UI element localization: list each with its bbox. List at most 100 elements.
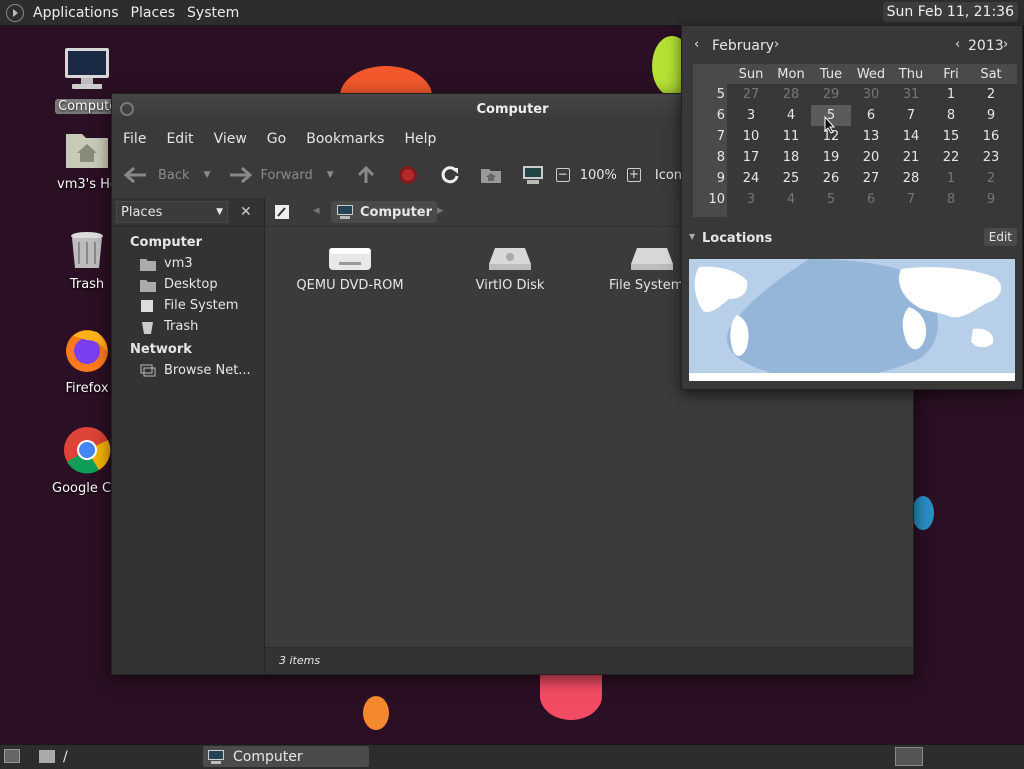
calendar-day[interactable]: 23 [971, 147, 1011, 168]
calendar-day[interactable]: 8 [931, 105, 971, 126]
weekday-header: Sun [738, 67, 764, 82]
path-button-computer[interactable]: Computer [331, 201, 438, 223]
expander-triangle-icon[interactable]: ▼ [689, 232, 695, 241]
computer-button[interactable] [522, 165, 544, 185]
calendar-day[interactable]: 10 [731, 126, 771, 147]
calendar-day[interactable]: 19 [811, 147, 851, 168]
reload-button[interactable] [440, 165, 460, 185]
calendar-day[interactable]: 9 [971, 189, 1011, 210]
calendar-day[interactable]: 1 [931, 84, 971, 105]
calendar-day[interactable]: 3 [731, 105, 771, 126]
locations-label: Locations [702, 231, 773, 246]
calendar-day[interactable]: 26 [811, 168, 851, 189]
computer-icon [208, 749, 224, 764]
week-number: 8 [716, 150, 725, 165]
sidebar-item-desktop[interactable]: Desktop [140, 277, 264, 292]
edit-location-button[interactable] [273, 203, 291, 221]
calendar-day[interactable]: 25 [771, 168, 811, 189]
system-menu[interactable]: System [187, 5, 239, 21]
calendar-day[interactable]: 30 [851, 84, 891, 105]
calendar-day[interactable]: 1 [931, 168, 971, 189]
sidebar-item-trash[interactable]: Trash [140, 319, 264, 334]
calendar-day[interactable]: 7 [891, 105, 931, 126]
places-menu[interactable]: Places [131, 5, 176, 21]
calendar-day[interactable]: 21 [891, 147, 931, 168]
show-desktop-icon[interactable] [4, 749, 20, 763]
taskbar-button-computer[interactable]: Computer [203, 746, 369, 767]
sidebar-item-browse-network[interactable]: Browse Net... [140, 363, 264, 378]
menu-go[interactable]: Go [267, 131, 286, 147]
prev-year-button[interactable]: ‹ [955, 37, 960, 52]
chevron-down-icon[interactable]: ▼ [327, 170, 334, 180]
world-map [689, 259, 1015, 381]
close-sidebar-button[interactable]: ✕ [240, 204, 252, 220]
places-select[interactable]: Places ▼ [116, 201, 228, 223]
zoom-out-button[interactable]: − [555, 168, 570, 182]
calendar-day[interactable]: 28 [771, 84, 811, 105]
menu-bookmarks[interactable]: Bookmarks [306, 131, 384, 147]
calendar-day[interactable]: 6 [851, 105, 891, 126]
calendar-day[interactable]: 9 [971, 105, 1011, 126]
menu-view[interactable]: View [214, 131, 247, 147]
back-button[interactable]: Back ▼ [124, 166, 210, 184]
menu-help[interactable]: Help [404, 131, 436, 147]
applications-menu[interactable]: Applications [33, 5, 119, 21]
calendar-day[interactable]: 2 [971, 84, 1011, 105]
home-button[interactable] [480, 166, 502, 184]
sidebar-item-file-system[interactable]: File System [140, 298, 264, 313]
clock[interactable]: Sun Feb 11, 21:36 [882, 2, 1018, 22]
menu-edit[interactable]: Edit [166, 131, 193, 147]
calendar-day[interactable]: 27 [731, 84, 771, 105]
sidebar-header: Places ▼ ✕ [112, 198, 264, 227]
calendar-day[interactable]: 5 [811, 189, 851, 210]
workspace-switcher-icon[interactable] [895, 747, 923, 766]
prev-month-button[interactable]: ‹ [694, 37, 699, 52]
path-right-arrow-icon[interactable]: ▸ [437, 203, 444, 218]
calendar-day[interactable]: 14 [891, 126, 931, 147]
sidebar-item-vm3[interactable]: vm3 [140, 256, 264, 271]
sidebar-item-label: Browse Net... [164, 363, 251, 378]
item-qemu-dvd-rom[interactable]: QEMU DVD-ROM [275, 244, 425, 293]
calendar-day[interactable]: 16 [971, 126, 1011, 147]
calendar-day[interactable]: 8 [931, 189, 971, 210]
calendar-day[interactable]: 20 [851, 147, 891, 168]
next-year-button[interactable]: › [1003, 37, 1008, 52]
locations-header: ▼ Locations Edit [682, 226, 1022, 252]
weekday-header: Thu [898, 67, 924, 82]
stop-button[interactable] [398, 165, 418, 185]
calendar-day[interactable]: 11 [771, 126, 811, 147]
window-menu-icon[interactable] [120, 102, 134, 116]
path-left-arrow-icon[interactable]: ◂ [313, 203, 320, 218]
menu-file[interactable]: File [123, 131, 146, 147]
folder-icon[interactable] [39, 750, 55, 763]
chevron-down-icon[interactable]: ▼ [204, 170, 211, 180]
up-button[interactable] [356, 165, 376, 185]
calendar-day[interactable]: 24 [731, 168, 771, 189]
calendar-day[interactable]: 6 [851, 189, 891, 210]
calendar-day[interactable]: 7 [891, 189, 931, 210]
calendar-day[interactable]: 29 [811, 84, 851, 105]
distro-logo-icon[interactable] [6, 3, 24, 22]
calendar-day[interactable]: 18 [771, 147, 811, 168]
item-label: QEMU DVD-ROM [296, 278, 404, 293]
calendar-day[interactable]: 2 [971, 168, 1011, 189]
item-virtio-disk[interactable]: VirtIO Disk [435, 244, 585, 293]
calendar-day[interactable]: 22 [931, 147, 971, 168]
calendar-day[interactable]: 31 [891, 84, 931, 105]
sidebar-item-label: File System [164, 298, 239, 313]
calendar-day[interactable]: 3 [731, 189, 771, 210]
edit-locations-button[interactable]: Edit [983, 228, 1017, 246]
zoom-in-button[interactable]: + [626, 168, 641, 182]
desktop-icon-label: Trash [69, 277, 105, 292]
calendar-day[interactable]: 28 [891, 168, 931, 189]
calendar-day[interactable]: 17 [731, 147, 771, 168]
calendar-day[interactable]: 4 [771, 105, 811, 126]
calendar-day[interactable]: 15 [931, 126, 971, 147]
calendar-day[interactable]: 4 [771, 189, 811, 210]
bottom-panel: / Computer [0, 744, 1024, 769]
calendar-day[interactable]: 27 [851, 168, 891, 189]
forward-button[interactable]: Forward ▼ [228, 166, 334, 184]
next-month-button[interactable]: › [774, 37, 779, 52]
calendar-day[interactable]: 13 [851, 126, 891, 147]
network-icon [140, 364, 156, 376]
